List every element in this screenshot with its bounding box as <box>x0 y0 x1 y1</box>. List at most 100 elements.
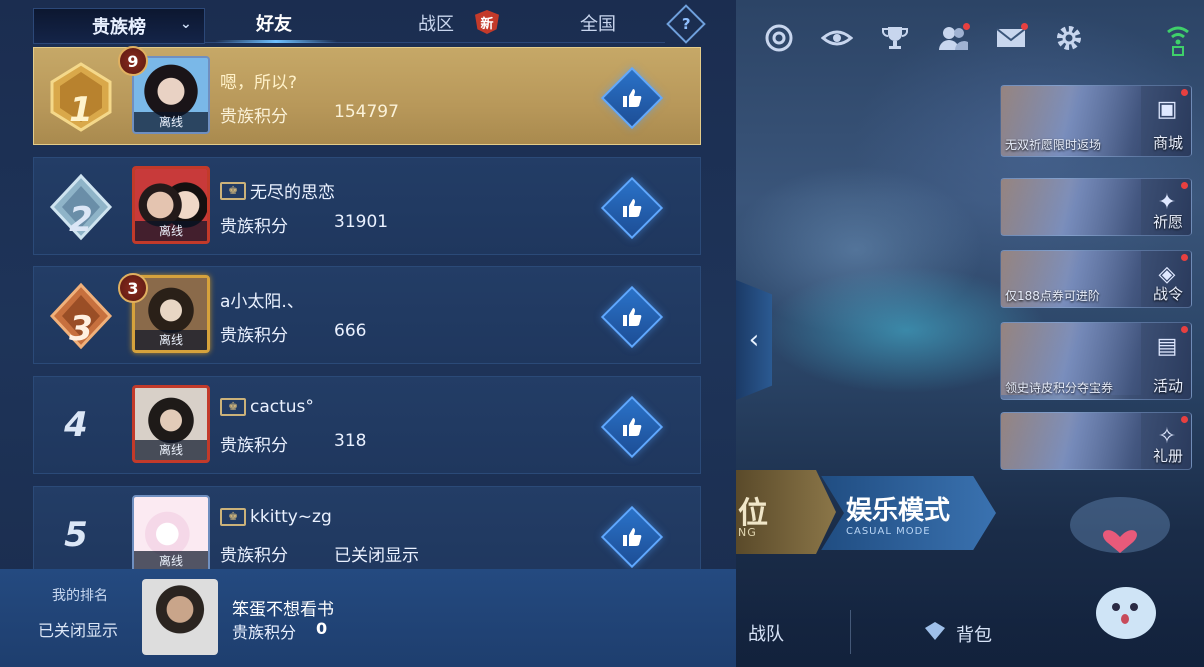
score-value: 666 <box>334 321 367 341</box>
my-player-name: 笨蛋不想看书 <box>232 600 334 620</box>
score-label: 贵族积分 <box>232 623 297 642</box>
player-name-text: kkitty~zg <box>250 507 332 527</box>
side-card-caption: 无双祈愿限时返场 <box>1005 138 1102 152</box>
notification-dot <box>1181 416 1188 423</box>
score-label: 贵族积分 <box>220 107 288 127</box>
bag-nav-label: 背包 <box>956 624 992 646</box>
player-name: a小太阳.、 <box>220 287 304 312</box>
score-value: 已关闭显示 <box>334 546 419 566</box>
side-card-events[interactable]: ▤ 领史诗皮积分夺宝券 活动 <box>1000 322 1192 400</box>
side-card-label: 礼册 <box>1152 447 1183 465</box>
gear-icon[interactable] <box>1050 19 1088 57</box>
like-button[interactable] <box>600 505 664 569</box>
avatar[interactable]: 离线 <box>132 495 210 573</box>
leaderboard-row[interactable]: 1 9 离线 嗯，所以? 贵族积分 154797 <box>33 46 701 145</box>
target-icon[interactable] <box>760 19 798 57</box>
side-card-label: 战令 <box>1152 285 1183 303</box>
thumbs-up-icon <box>623 528 642 546</box>
top-icon-bar <box>760 18 1088 58</box>
leaderboard-tab-bar: 贵族榜 ⌄ 好友 战区 新 全国 ? <box>0 0 736 46</box>
casual-mode-sub: CASUAL MODE <box>846 526 931 537</box>
thumbs-up-icon <box>623 418 642 436</box>
score-label: 贵族积分 <box>220 217 288 237</box>
mascot-assistant[interactable] <box>1068 495 1172 655</box>
chevron-down-icon: ⌄ <box>180 16 192 32</box>
like-button[interactable] <box>600 285 664 349</box>
score-value: 31901 <box>334 212 389 232</box>
score-label: 贵族积分 <box>220 436 288 456</box>
casual-mode-label: 娱乐模式 <box>846 496 951 526</box>
active-tab-indicator <box>215 40 337 43</box>
player-name-text: cactus° <box>250 397 314 417</box>
my-rank-bar: 我的排名 已关闭显示 笨蛋不想看书 贵族积分 0 <box>0 569 736 667</box>
vip-icon: ♚ <box>220 508 246 526</box>
ranked-mode-button[interactable]: 位 NG <box>736 470 836 554</box>
offline-status: 离线 <box>135 330 207 350</box>
notification-dot <box>963 23 970 30</box>
leaderboard-row[interactable]: 3 3 离线 a小太阳.、 贵族积分 666 <box>33 266 701 364</box>
like-button[interactable] <box>600 66 664 130</box>
offline-status: 离线 <box>135 221 207 241</box>
tab-region[interactable]: 战区 <box>418 10 454 36</box>
score-value: 318 <box>334 431 367 451</box>
player-name: ♚ cactus° <box>220 397 314 417</box>
new-badge: 新 <box>475 10 499 34</box>
mail-icon[interactable] <box>992 19 1030 57</box>
side-card-wish[interactable]: ✦ 祈愿 <box>1000 178 1192 236</box>
friends-icon[interactable] <box>934 19 972 57</box>
side-card-battle-pass[interactable]: ◈ 仅188点券可进阶 战令 <box>1000 250 1192 308</box>
rank-number: 3 <box>69 309 93 349</box>
my-rank-label: 我的排名 <box>52 588 108 604</box>
side-card-label: 商城 <box>1152 134 1183 152</box>
events-icon: ▤ <box>1156 334 1178 359</box>
leaderboard-row[interactable]: 4 离线 ♚ cactus° 贵族积分 318 <box>33 376 701 474</box>
avatar[interactable]: 离线 <box>132 385 210 463</box>
side-card-label: 祈愿 <box>1152 213 1183 231</box>
notification-dot <box>1021 23 1028 30</box>
leaderboard-row[interactable]: 2 离线 ♚ 无尽的思恋 贵族积分 31901 <box>33 157 701 255</box>
trophy-icon[interactable] <box>876 19 914 57</box>
side-card-label: 活动 <box>1152 377 1183 395</box>
player-name: ♚ kkitty~zg <box>220 507 332 527</box>
notification-dot <box>1181 326 1188 333</box>
tab-friends[interactable]: 好友 <box>256 10 292 36</box>
player-name-text: 无尽的思恋 <box>250 183 335 203</box>
rank-bronze-badge-icon: 3 <box>46 281 116 351</box>
level-badge: 9 <box>118 46 148 76</box>
hero-art <box>1001 413 1141 469</box>
level-badge: 3 <box>118 273 148 303</box>
vip-icon: ♚ <box>220 181 246 200</box>
like-button[interactable] <box>600 395 664 459</box>
score-label: 贵族积分 <box>220 326 288 346</box>
side-card-shop[interactable]: ▣ 无双祈愿限时返场 商城 <box>1000 85 1192 157</box>
thumbs-up-icon <box>623 308 642 326</box>
thumbs-up-icon <box>623 199 642 217</box>
dropdown-label: 贵族榜 <box>92 17 146 38</box>
shop-icon: ▣ <box>1156 97 1178 122</box>
team-nav-label: 战队 <box>748 624 784 645</box>
score-value: 154797 <box>334 102 399 122</box>
like-button[interactable] <box>600 176 664 240</box>
leaderboard-type-dropdown[interactable]: 贵族榜 ⌄ <box>33 8 205 44</box>
side-card-gift-book[interactable]: ✧ 礼册 <box>1000 412 1192 470</box>
rank-number: 5 <box>64 515 88 555</box>
avatar[interactable]: 离线 <box>132 166 210 244</box>
tab-national[interactable]: 全国 <box>580 10 616 36</box>
side-card-caption: 仅188点券可进阶 <box>1005 289 1100 303</box>
score-value: 0 <box>316 619 328 638</box>
bag-nav-button[interactable]: 背包 <box>922 620 992 647</box>
team-nav-button[interactable]: 战队 <box>748 620 784 646</box>
rank-number: 2 <box>69 200 93 240</box>
avatar[interactable] <box>142 579 218 655</box>
eye-icon[interactable] <box>818 19 856 57</box>
side-card-caption: 领史诗皮积分夺宝券 <box>1005 381 1114 395</box>
player-name-text: a小太阳.、 <box>220 292 304 312</box>
help-icon[interactable]: ? <box>666 4 706 44</box>
hero-art <box>1001 179 1141 235</box>
notification-dot <box>1181 89 1188 96</box>
bottom-nav-divider <box>850 610 851 654</box>
wifi-signal-icon <box>1164 22 1192 58</box>
collapse-panel-button[interactable]: ‹ <box>736 280 772 400</box>
rank-number: 4 <box>64 405 88 445</box>
rank-number: 1 <box>69 90 93 130</box>
